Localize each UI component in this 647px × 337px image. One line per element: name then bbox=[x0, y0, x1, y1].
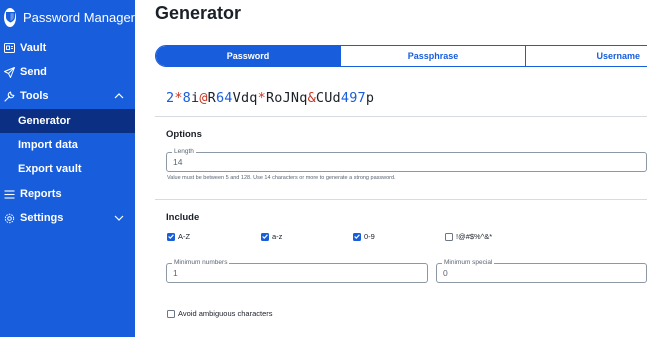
page-title: Generator bbox=[155, 3, 242, 23]
generated-password: 2*8i@R64Vdq*RoJNq&CUd497p bbox=[166, 90, 374, 106]
length-label: Length bbox=[172, 148, 196, 156]
password-segment: CUd bbox=[315, 90, 341, 106]
password-segment: 64 bbox=[215, 90, 233, 106]
chevron-down-icon bbox=[114, 215, 124, 221]
minimum-numbers-value: 1 bbox=[173, 268, 178, 278]
length-value: 14 bbox=[173, 157, 183, 167]
length-field[interactable]: Length 14 bbox=[166, 148, 647, 172]
checkbox-unchecked-icon bbox=[445, 232, 453, 241]
length-hint: Value must be between 5 and 128. Use 14 … bbox=[167, 175, 396, 181]
password-segment: * bbox=[174, 90, 183, 106]
include-special-checkbox[interactable]: !@#$%^&* bbox=[445, 232, 492, 241]
checkbox-label: a-z bbox=[272, 232, 283, 241]
password-segment: Vdq bbox=[232, 90, 258, 106]
password-segment: * bbox=[257, 90, 266, 106]
minimum-numbers-field[interactable]: Minimum numbers 1 bbox=[166, 259, 428, 283]
include-title: Include bbox=[166, 212, 200, 223]
password-segment: & bbox=[307, 90, 316, 106]
sidebar-item-import-data[interactable]: Import data bbox=[0, 133, 135, 157]
include-lowercase-checkbox[interactable]: a-z bbox=[261, 232, 282, 241]
password-segment: @ bbox=[199, 90, 208, 106]
sidebar-item-send[interactable]: Send bbox=[0, 60, 135, 84]
send-icon bbox=[3, 66, 15, 78]
sidebar-item-label: Tools bbox=[20, 90, 49, 102]
sidebar-item-reports[interactable]: Reports bbox=[0, 182, 135, 206]
gear-icon bbox=[3, 212, 15, 224]
tab-password[interactable]: Password bbox=[156, 46, 341, 66]
checkbox-label: !@#$%^&* bbox=[456, 232, 493, 241]
sidebar: Password Manager Vault Send Tools Genera… bbox=[0, 0, 135, 337]
checkbox-unchecked-icon bbox=[167, 309, 175, 318]
options-title: Options bbox=[166, 129, 202, 140]
password-segment: RoJNq bbox=[265, 90, 308, 106]
chevron-up-icon bbox=[114, 93, 124, 99]
divider bbox=[155, 199, 647, 200]
include-uppercase-checkbox[interactable]: A-Z bbox=[167, 232, 190, 241]
minimum-special-value: 0 bbox=[443, 268, 448, 278]
sidebar-item-label: Send bbox=[20, 66, 47, 78]
vault-icon bbox=[3, 42, 15, 54]
checkbox-checked-icon bbox=[167, 232, 175, 241]
divider bbox=[155, 116, 647, 117]
checkbox-label: 0-9 bbox=[364, 232, 375, 241]
password-segment: p bbox=[365, 90, 375, 106]
password-segment: 8 bbox=[182, 90, 191, 106]
avoid-ambiguous-checkbox[interactable]: Avoid ambiguous characters bbox=[167, 309, 273, 318]
checkbox-checked-icon bbox=[353, 232, 361, 241]
checkbox-checked-icon bbox=[261, 232, 269, 241]
sidebar-item-label: Reports bbox=[20, 188, 62, 200]
reports-icon bbox=[3, 188, 15, 200]
sidebar-item-export-vault[interactable]: Export vault bbox=[0, 157, 135, 181]
sidebar-item-generator[interactable]: Generator bbox=[0, 109, 135, 133]
brand-name: Password Manager bbox=[23, 9, 135, 25]
sidebar-item-tools[interactable]: Tools bbox=[0, 84, 135, 108]
shield-icon bbox=[4, 7, 16, 27]
sidebar-item-vault[interactable]: Vault bbox=[0, 36, 135, 60]
include-numbers-checkbox[interactable]: 0-9 bbox=[353, 232, 375, 241]
generator-type-toggle: Password Passphrase Username bbox=[155, 45, 647, 67]
checkbox-label: Avoid ambiguous characters bbox=[178, 309, 273, 318]
tab-passphrase[interactable]: Passphrase bbox=[341, 46, 526, 66]
password-segment: R bbox=[207, 90, 216, 106]
sidebar-item-label: Vault bbox=[20, 42, 47, 54]
password-segment: 497 bbox=[340, 90, 366, 106]
brand[interactable]: Password Manager bbox=[0, 0, 135, 34]
minimum-special-label: Minimum special bbox=[442, 259, 495, 267]
sidebar-item-settings[interactable]: Settings bbox=[0, 206, 135, 230]
tab-username[interactable]: Username bbox=[526, 46, 647, 66]
main-content: Generator Password Passphrase Username 2… bbox=[135, 0, 647, 337]
wrench-icon bbox=[3, 90, 15, 102]
sidebar-item-label: Export vault bbox=[18, 163, 82, 175]
sidebar-item-label: Generator bbox=[18, 115, 71, 127]
sidebar-item-label: Settings bbox=[20, 212, 64, 224]
minimum-numbers-label: Minimum numbers bbox=[172, 259, 230, 267]
minimum-special-field[interactable]: Minimum special 0 bbox=[436, 259, 647, 283]
checkbox-label: A-Z bbox=[178, 232, 191, 241]
sidebar-item-label: Import data bbox=[18, 139, 78, 151]
